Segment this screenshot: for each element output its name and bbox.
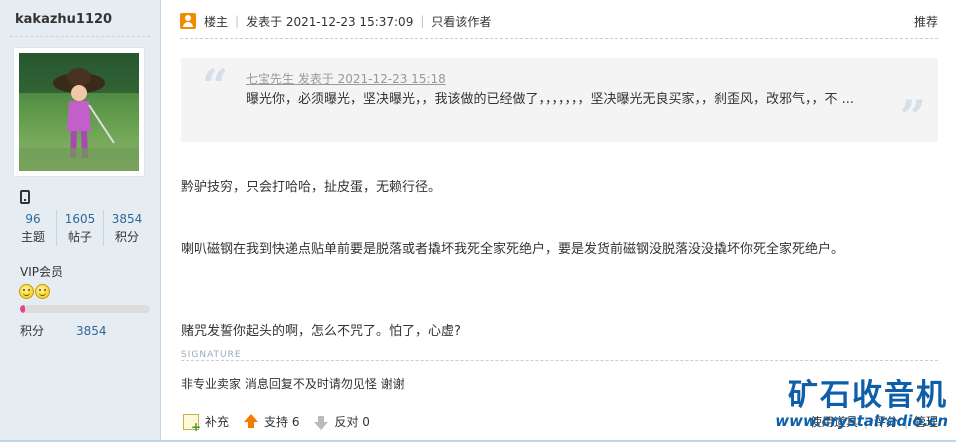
signature-text: 非专业卖家 消息回复不及时请勿见怪 谢谢: [181, 377, 405, 391]
smiley-icon: [35, 284, 50, 299]
post-paragraph: 黔驴技穷，只会打哈哈，扯皮蛋，无赖行径。: [181, 180, 442, 195]
only-author-link[interactable]: 只看该作者: [431, 13, 491, 30]
post-header: 楼主 | 发表于 2021-12-23 15:37:09 | 只看该作者 推荐: [180, 10, 938, 32]
level-progress-bar: [20, 305, 150, 313]
separator: |: [420, 14, 425, 28]
score-label: 积分: [20, 324, 45, 338]
stat-credits[interactable]: 3854 积分: [103, 210, 150, 246]
stat-label: 主题: [20, 230, 45, 244]
level-progress-fill: [20, 305, 26, 313]
stat-label: 积分: [114, 230, 139, 244]
stat-value: 1605: [64, 212, 96, 226]
quote-author-link[interactable]: 七宝先生 发表于 2021-12-23 15:18: [246, 70, 446, 87]
user-group[interactable]: VIP会员: [20, 263, 63, 280]
header-divider: [180, 38, 938, 39]
stat-threads[interactable]: 96 主题: [10, 210, 56, 246]
supplement-icon: [183, 413, 201, 434]
smiley-icon: [19, 284, 34, 299]
separator: |: [235, 14, 240, 28]
oppose-button[interactable]: 反对 0: [314, 413, 370, 430]
thread-starter-icon: [180, 13, 196, 29]
watermark-url: www.crystalradio.cn: [775, 412, 948, 430]
post-time: 发表于 2021-12-23 15:37:09: [246, 14, 414, 29]
stat-value: 3854: [111, 212, 143, 226]
quote-block: “ 七宝先生 发表于 2021-12-23 15:18 曝光你，必须曝光，坚决曝…: [181, 58, 938, 142]
close-quote-icon: ”: [899, 90, 926, 144]
recommend-link[interactable]: 推荐: [914, 13, 938, 30]
mobile-phone-icon: [20, 190, 30, 204]
thumbs-down-arrow-icon: [314, 415, 329, 430]
post-paragraph: 喇叭磁钢在我到快递点贴单前要是脱落或者撬坏我死全家死绝户，要是发货前磁钢没脱落没…: [181, 242, 845, 257]
supplement-button[interactable]: 补充: [183, 413, 230, 434]
supplement-label: 补充: [205, 415, 230, 429]
signature-label: SIGNATURE: [181, 350, 242, 360]
avatar[interactable]: [13, 47, 145, 177]
author-username[interactable]: kakazhu1120: [15, 12, 112, 27]
score-row: 积分 3854: [20, 322, 107, 339]
post-actions: 补充 支持 6 反对 0: [183, 413, 385, 434]
score-value: 3854: [76, 324, 107, 338]
post-content: 楼主 | 发表于 2021-12-23 15:37:09 | 只看该作者 推荐 …: [162, 0, 956, 442]
oppose-label: 反对 0: [334, 415, 370, 429]
post-paragraph: 赌咒发誓你起头的啊，怎么不咒了。怕了，心虚?: [181, 324, 461, 339]
signature-divider: [181, 360, 938, 361]
open-quote-icon: “: [202, 59, 229, 113]
author-sidebar: kakazhu1120 96 主题 1605 帖子 3854 积分 VIP会员 …: [0, 0, 161, 442]
stat-label: 帖子: [67, 230, 92, 244]
stat-posts[interactable]: 1605 帖子: [56, 210, 103, 246]
role-label: 楼主: [204, 14, 229, 29]
avatar-image: [19, 53, 139, 171]
level-stars: [19, 284, 50, 299]
author-stats: 96 主题 1605 帖子 3854 积分: [10, 210, 150, 246]
site-watermark: 矿石收音机 www.crystalradio.cn: [775, 378, 948, 431]
support-label: 支持 6: [264, 415, 300, 429]
watermark-title: 矿石收音机: [788, 378, 948, 413]
thumbs-up-arrow-icon: [244, 413, 259, 428]
stat-value: 96: [25, 212, 41, 226]
support-button[interactable]: 支持 6: [244, 413, 299, 430]
sidebar-divider: [10, 36, 150, 37]
quote-text: 曝光你，必须曝光，坚决曝光，，我该做的已经做了，，，，，，，坚决曝光无良买家，，…: [246, 92, 855, 107]
